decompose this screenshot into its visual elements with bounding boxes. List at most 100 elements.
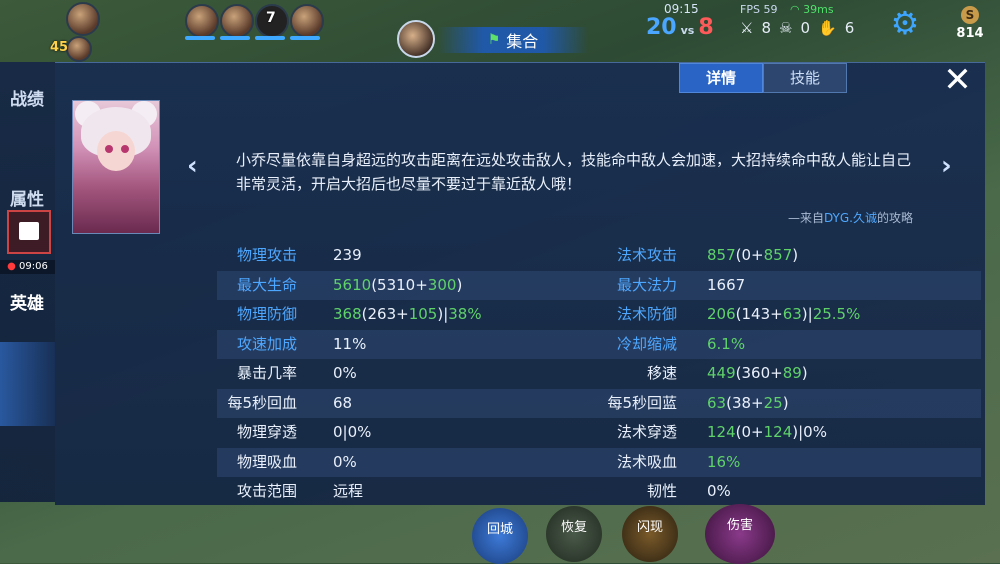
- side-number: 45: [50, 40, 69, 55]
- flash-button[interactable]: 闪现: [622, 506, 678, 562]
- stat-row: 暴击几率 0% 移速 449(360+89): [217, 359, 981, 389]
- stat-value-part: (360+: [735, 364, 783, 382]
- ally-portrait-2[interactable]: [185, 4, 219, 38]
- panel-tabs: 详情 技能: [679, 63, 847, 93]
- stat-value-part: 105: [408, 305, 438, 323]
- record-time: 09:06: [19, 261, 48, 272]
- stat-value: 5610(5310+300): [333, 271, 462, 301]
- damage-label: 伤害: [726, 518, 753, 533]
- source-suffix: 的攻略: [876, 211, 913, 225]
- tab-attributes-label: 属性: [10, 190, 44, 210]
- hero-eye: [121, 145, 129, 153]
- score-vs: vs: [680, 24, 695, 37]
- gather-label: 集合: [506, 32, 539, 51]
- heal-label: 恢复: [560, 520, 587, 535]
- tab-attributes[interactable]: 属性: [6, 190, 48, 211]
- stat-label: 物理防御: [236, 305, 297, 323]
- heal-button[interactable]: 恢复: [546, 506, 602, 562]
- stat-label: 法术穿透: [616, 423, 677, 441]
- tab-hero[interactable]: 英雄: [6, 294, 48, 315]
- stat-value: 0%: [333, 448, 357, 478]
- hero-eye: [105, 145, 113, 153]
- stat-value-part: 857: [763, 246, 793, 264]
- stat-value-part: 5610: [333, 275, 372, 294]
- ally-health-bar: [290, 36, 320, 40]
- stat-value-part: ): [782, 393, 789, 412]
- stat-value-part: (0+: [735, 246, 764, 264]
- gold-value: 814: [956, 26, 984, 41]
- stat-value: 63(38+25): [707, 389, 789, 419]
- kills-value: 8: [761, 19, 771, 37]
- stat-value: 0%: [707, 477, 731, 507]
- stat-label: 法术攻击: [616, 246, 677, 264]
- stat-value-part: 0|0%: [333, 423, 372, 441]
- stat-value-part: (5310+: [371, 275, 428, 294]
- stat-value-part: 239: [333, 246, 362, 264]
- stat-value-part: 368: [333, 305, 362, 323]
- stat-row: 物理吸血 0% 法术吸血 16%: [217, 447, 981, 478]
- stat-value-part: )|: [801, 305, 813, 323]
- stat-value-part: 63: [782, 305, 802, 323]
- stat-value-part: 0%: [333, 364, 357, 382]
- stat-value-part: 206: [707, 305, 736, 323]
- tab-detail[interactable]: 详情: [679, 63, 763, 93]
- prev-arrow-icon[interactable]: ‹: [187, 151, 198, 181]
- recall-label: 回城: [486, 522, 513, 537]
- stat-value-part: 25.5%: [812, 305, 861, 323]
- ally-portrait-1[interactable]: [66, 2, 100, 36]
- stat-value: 远程: [333, 477, 363, 507]
- stat-value-part: 38%: [448, 305, 482, 323]
- gather-button[interactable]: ⚑ 集合: [438, 27, 588, 53]
- recall-button[interactable]: 回城: [472, 508, 528, 564]
- stat-label: 最大法力: [616, 275, 677, 294]
- stat-value: 1667: [707, 271, 745, 301]
- stat-label: 法术防御: [616, 305, 677, 323]
- hand-icon: ✋: [818, 19, 837, 37]
- coin-icon: S: [961, 6, 979, 24]
- stat-label: 物理攻击: [236, 246, 297, 264]
- next-arrow-icon[interactable]: ›: [941, 151, 952, 181]
- stat-value-part: 25: [763, 393, 783, 412]
- stat-value-part: 16%: [707, 452, 741, 471]
- stat-label: 物理吸血: [236, 452, 297, 471]
- damage-button[interactable]: 伤害: [705, 504, 775, 564]
- stat-row: 攻速加成 11% 冷却缩减 6.1%: [217, 329, 981, 359]
- ally-health-bar: [185, 36, 215, 40]
- ally-portrait-3[interactable]: [220, 4, 254, 38]
- ally-portrait-side[interactable]: [66, 36, 92, 62]
- kda-readout: ⚔ 8 ☠ 0 ✋ 6: [740, 19, 854, 37]
- stat-label: 冷却缩减: [616, 334, 677, 353]
- close-icon[interactable]: ✕: [935, 63, 980, 97]
- stat-label: 每5秒回血: [227, 393, 297, 412]
- side-tab-active-highlight: [0, 342, 55, 426]
- stat-label: 攻击范围: [236, 482, 297, 500]
- stat-value-part: (38+: [726, 393, 764, 412]
- stat-value-part: 124: [763, 423, 793, 441]
- stat-value: 206(143+63)|25.5%: [707, 300, 860, 330]
- stat-value-part: (143+: [735, 305, 783, 323]
- stat-value: 0|0%: [333, 418, 371, 448]
- ally-portrait-5[interactable]: [290, 4, 324, 38]
- tab-record[interactable]: 战绩: [6, 90, 48, 111]
- stat-row: 物理防御 368(263+105 )| 38% 法术防御 206(143+63)|25.5…: [217, 300, 981, 330]
- stat-value: 857(0+857): [707, 241, 798, 271]
- stat-value-part: 857: [707, 246, 736, 264]
- settings-gear-icon[interactable]: ⚙: [888, 6, 922, 40]
- stat-value: 124(0+124)|0%: [707, 418, 827, 448]
- stat-value-part: 300: [427, 275, 457, 294]
- record-dot-icon: ●: [7, 261, 20, 272]
- tab-skill[interactable]: 技能: [763, 63, 847, 93]
- source-author[interactable]: DYG.久诚: [824, 211, 877, 225]
- flag-icon: ⚑: [487, 32, 501, 48]
- screen-record-button[interactable]: [7, 210, 51, 254]
- stat-label: 物理穿透: [236, 423, 297, 441]
- hero-face: [97, 131, 135, 171]
- tab-record-label: 战绩: [10, 90, 44, 110]
- team-score: 20 vs 8: [646, 15, 714, 40]
- score-blue: 20: [646, 15, 677, 40]
- stat-value-part: (0+: [735, 423, 764, 441]
- stat-value-part: (263+: [361, 305, 409, 323]
- stat-value: 449(360+89): [707, 359, 808, 389]
- description-text: 小乔尽量依靠自身超远的攻击距离在远处攻击敌人，技能命中敌人会加速，大招持续命中敌…: [236, 151, 912, 193]
- stat-label: 每5秒回蓝: [607, 393, 677, 412]
